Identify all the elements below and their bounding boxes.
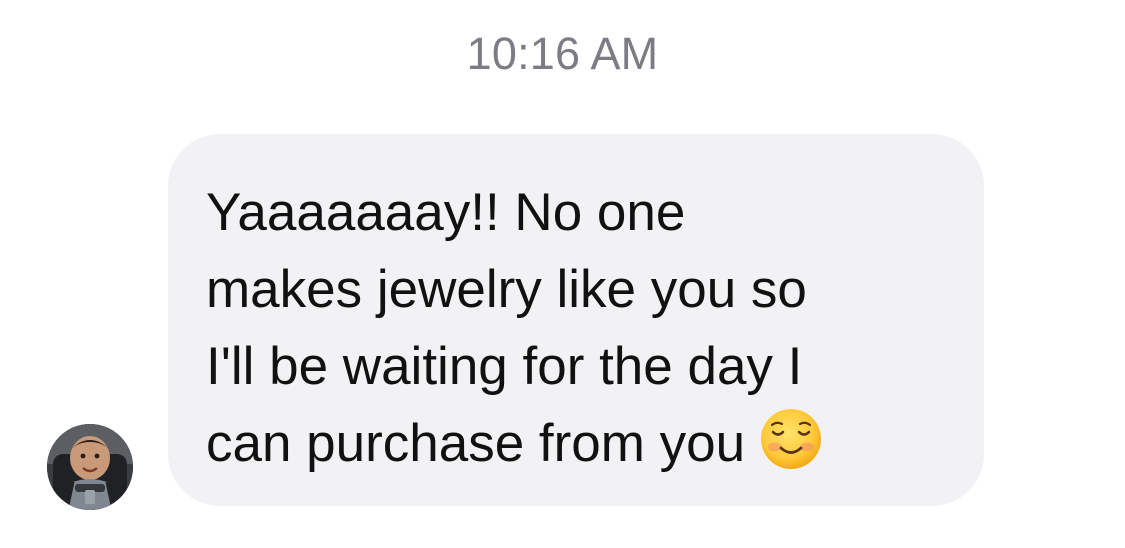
message-line-text: can purchase from you xyxy=(206,414,746,473)
message-line: I'll be waiting for the day I xyxy=(206,337,803,396)
message-line: Yaaaaaaay!! No one xyxy=(206,183,686,242)
baby-photo-icon xyxy=(47,424,133,510)
sender-avatar[interactable] xyxy=(47,424,133,510)
message-bubble[interactable]: Yaaaaaaay!! No one makes jewelry like yo… xyxy=(168,134,984,506)
message-line-last: can purchase from you xyxy=(206,405,966,482)
incoming-message-row: Yaaaaaaay!! No one makes jewelry like yo… xyxy=(0,0,1125,548)
smiling-face-emoji-icon xyxy=(761,409,822,469)
message-line: makes jewelry like you so xyxy=(206,260,807,319)
message-text: Yaaaaaaay!! No one makes jewelry like yo… xyxy=(206,174,966,482)
